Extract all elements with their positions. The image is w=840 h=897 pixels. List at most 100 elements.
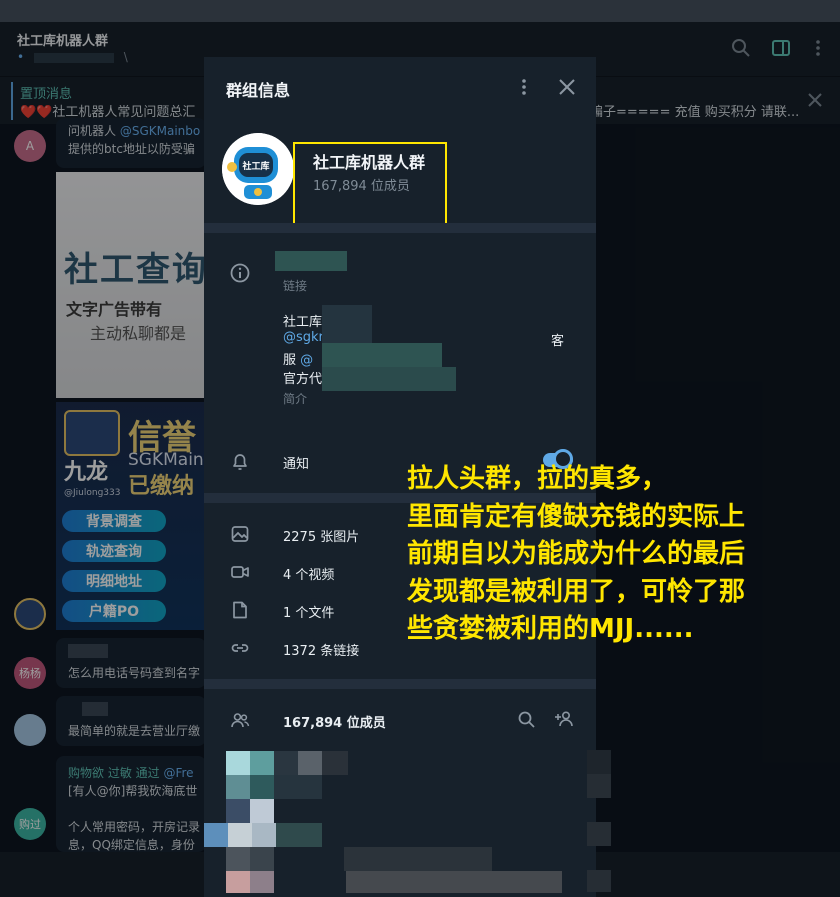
blurred-member [322, 751, 348, 775]
banner-paid: 已缴纳 [128, 474, 195, 499]
message-text: 最简单的就是去营业厅缴 [68, 724, 201, 738]
blurred-description [322, 367, 456, 391]
members-header: 167,894 位成员 [283, 716, 386, 731]
description-line: 官方代 [283, 372, 323, 387]
blurred-member [274, 775, 322, 799]
close-icon[interactable] [558, 78, 576, 96]
description-caption: 简介 [283, 392, 308, 406]
info-icon [230, 263, 250, 283]
blurred-member [587, 870, 611, 892]
close-icon[interactable] [806, 91, 824, 109]
blurred-member [344, 847, 492, 871]
message-sender: 购物欲 过敏 通过 @Fre [68, 766, 194, 780]
banner-tag: 户籍PO [62, 600, 166, 622]
blurred-member [250, 751, 274, 775]
message-text: 个人常用密码，开房记录 [68, 820, 201, 834]
link-caption: 链接 [283, 279, 308, 293]
section-divider [204, 223, 596, 233]
link-icon [231, 644, 249, 652]
blurred-member [226, 799, 250, 823]
message-text: 怎么用电话号码查到名字 [68, 666, 201, 680]
avatar[interactable] [14, 598, 46, 630]
message-text: 问机器人 @SGKMainbo [68, 124, 201, 138]
banner-user: @Jiulong333 [64, 488, 121, 498]
banner-handle: SGKMain [128, 450, 204, 470]
dialog-title: 群组信息 [226, 81, 291, 100]
sidebar-toggle-icon[interactable] [771, 38, 791, 58]
media-files[interactable]: 1 个文件 [283, 602, 334, 621]
file-icon [233, 601, 247, 619]
blurred-member [250, 871, 274, 893]
blurred-member [298, 751, 322, 775]
message-image[interactable]: 信誉 SGKMain 已缴纳 九龙 @Jiulong333 背景调查 轨迹查询 … [56, 402, 206, 630]
section-divider [204, 679, 596, 689]
banner-brand: 九龙 [64, 460, 109, 485]
banner-tag: 明细地址 [62, 570, 166, 592]
blurred-member [250, 847, 274, 871]
message-text: 提供的btc地址以防受骗 [68, 142, 195, 156]
annotation-line: 拉人头群，拉的真多， [407, 464, 668, 494]
video-icon [231, 566, 249, 578]
blurred-link[interactable] [275, 251, 347, 271]
annotation-overlay: 拉人头群，拉的真多， 里面肯定有傻缺充钱的实际上 前期自以为能成为什么的最后 发… [407, 461, 827, 649]
notifications-label: 通知 [283, 457, 310, 472]
blurred-member [346, 871, 562, 893]
blurred-member [228, 823, 252, 847]
banner-title: 社工查询 [64, 250, 206, 290]
description-line: 社工库 [283, 315, 323, 330]
more-vert-icon[interactable] [808, 38, 828, 58]
media-photos[interactable]: 2275 张图片 [283, 526, 359, 545]
avatar[interactable]: 购过 [14, 808, 46, 840]
image-icon [231, 526, 249, 542]
group-avatar[interactable]: 社工库 [222, 133, 294, 205]
banner-subtitle: 文字广告带有 [66, 300, 163, 319]
search-icon[interactable] [517, 710, 537, 730]
avatar[interactable]: A [14, 130, 46, 162]
blurred-status [33, 52, 114, 63]
highlight-annotation-box [293, 142, 447, 226]
pinned-text-right: 骗子===== 充值 购买积分 请联... [590, 105, 800, 120]
media-links[interactable]: 1372 条链接 [283, 640, 359, 659]
avatar[interactable] [14, 714, 46, 746]
message-image[interactable]: 社工查询 文字广告带有 主动私聊都是 [56, 172, 206, 398]
window-top-strip [0, 0, 840, 22]
blurred-member [226, 847, 250, 871]
annotation-line: 些贪婪被利用的MJJ...... [407, 614, 694, 644]
subtitle-extra: \ [123, 50, 128, 64]
annotation-line: 发现都是被利用了，可怜了那 [407, 576, 746, 607]
blurred-member [226, 775, 250, 799]
pinned-title: 置顶消息 [20, 87, 73, 102]
pinned-accent-line [11, 82, 13, 120]
online-dot: • [17, 50, 25, 64]
annotation-line: 前期自以为能成为什么的最后 [407, 539, 746, 569]
blurred-member [252, 823, 276, 847]
blurred-member [274, 751, 298, 775]
more-vert-icon[interactable] [516, 77, 532, 97]
blurred-member [587, 750, 611, 774]
annotation-line: 里面肯定有傻缺充钱的实际上 [407, 501, 746, 532]
message-text: 息，QQ绑定信息，身份 [68, 838, 195, 852]
search-icon[interactable] [731, 38, 751, 58]
blurred-member [276, 823, 322, 847]
blurred-description [322, 343, 442, 367]
blurred-member [587, 822, 611, 846]
blurred-member [587, 774, 611, 798]
avatar[interactable]: 杨杨 [14, 657, 46, 689]
blurred-name [68, 644, 108, 658]
banner-subtitle-2: 主动私聊都是 [90, 324, 187, 343]
svg-text:社工库: 社工库 [241, 160, 269, 172]
robot-icon: 社工库 [222, 133, 294, 205]
chat-title[interactable]: 社工库机器人群 [17, 30, 108, 49]
blurred-member [250, 775, 274, 799]
media-videos[interactable]: 4 个视频 [283, 564, 334, 583]
blurred-member [204, 823, 228, 847]
description-mention[interactable]: @sgkr [283, 330, 324, 345]
message-text: [有人@你]帮我砍海底世 [68, 784, 198, 798]
banner-thumbnail [64, 410, 120, 456]
blurred-member [226, 871, 250, 893]
add-user-icon[interactable] [554, 709, 576, 729]
banner-tag: 轨迹查询 [62, 540, 166, 562]
description-line-right: 客 [551, 334, 565, 349]
blurred-member [226, 751, 250, 775]
banner-tag: 背景调查 [62, 510, 166, 532]
